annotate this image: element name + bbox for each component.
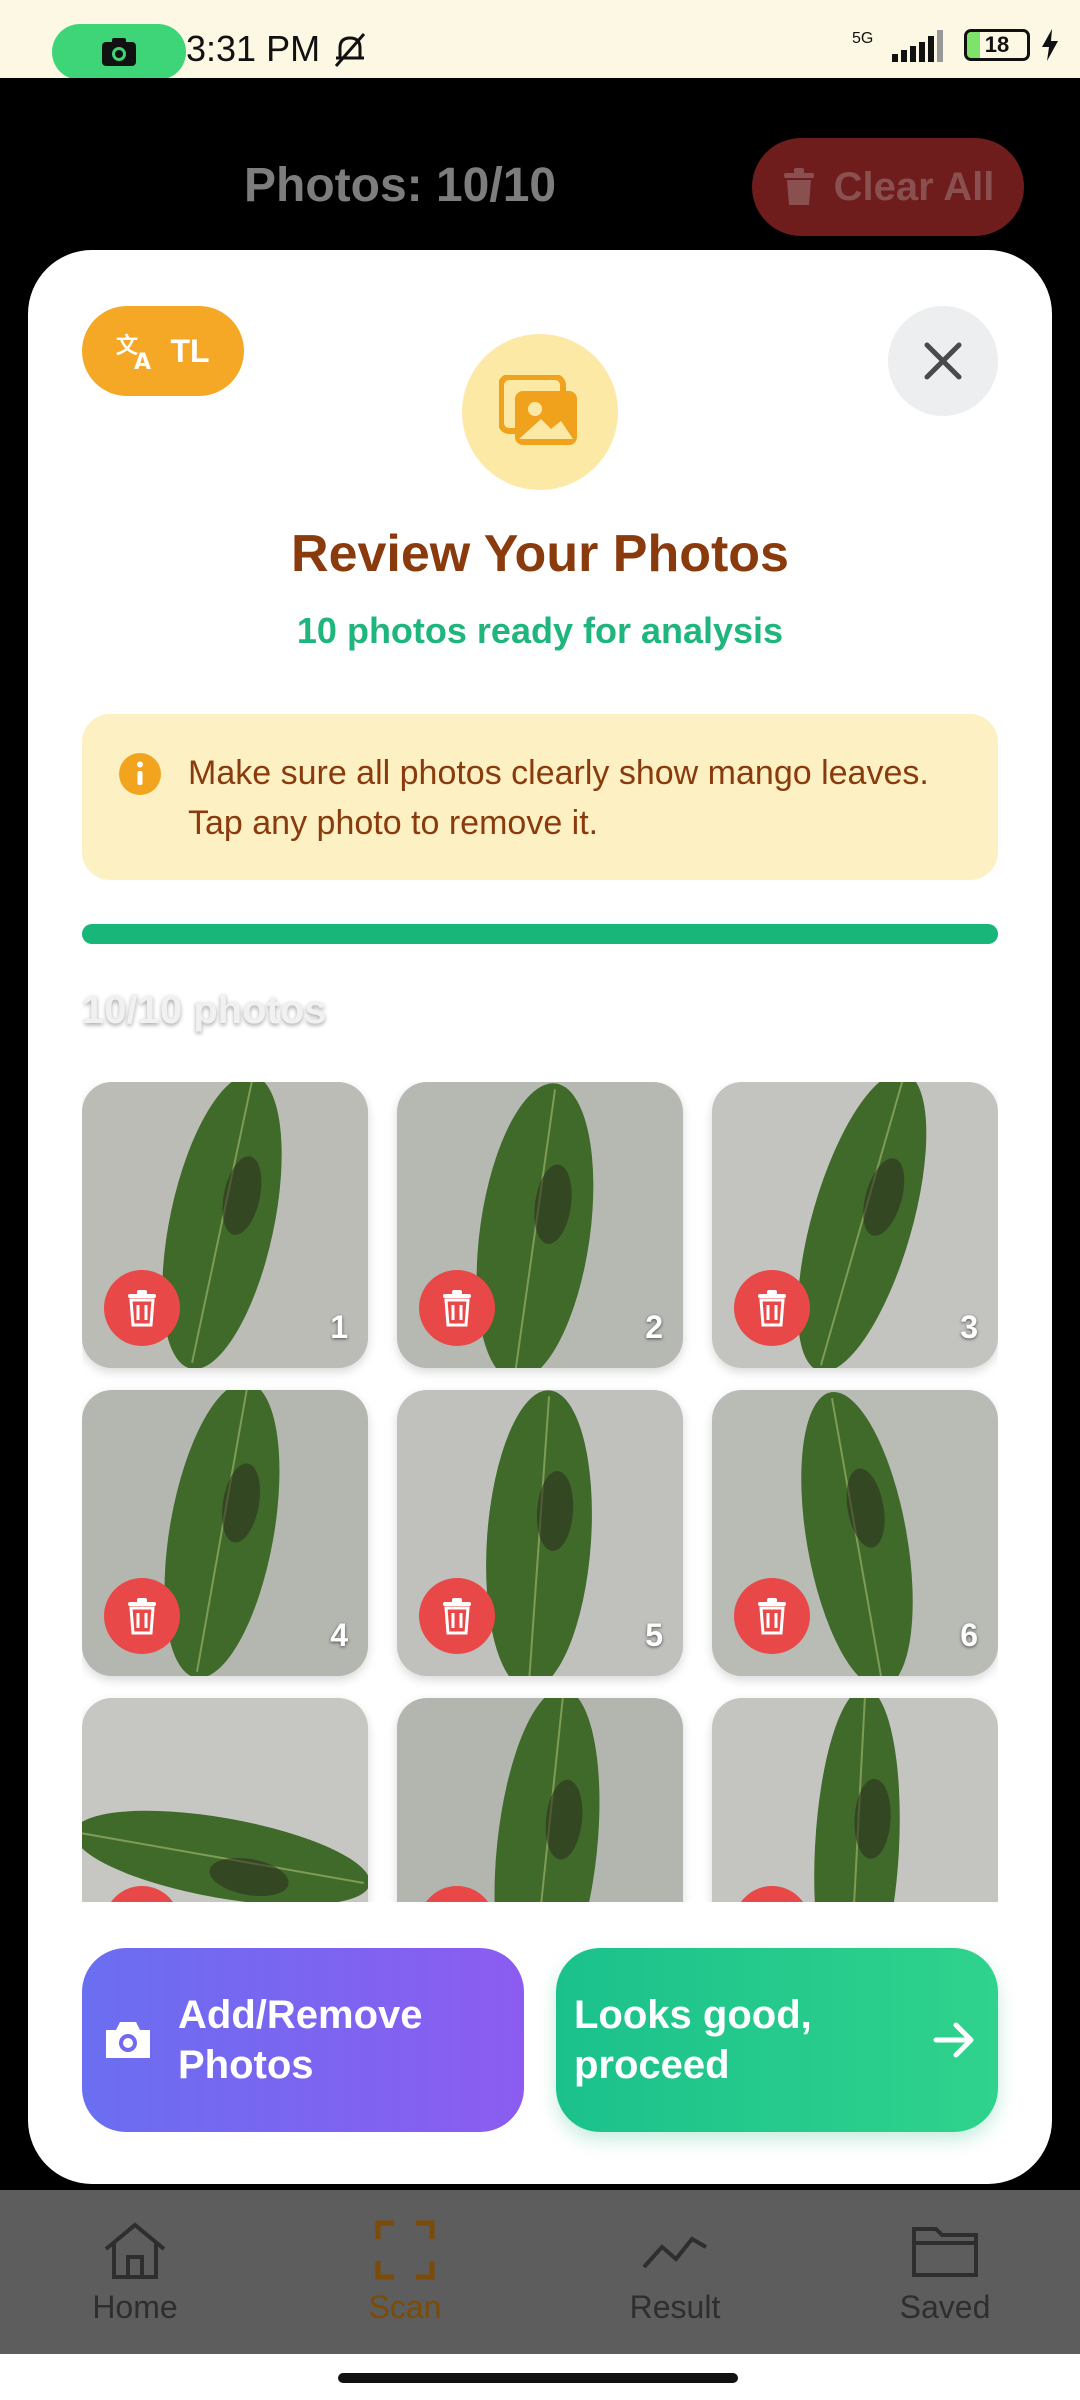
photo-thumbnail[interactable]: 9 bbox=[712, 1698, 998, 1902]
add-remove-photos-button[interactable]: Add/Remove Photos bbox=[82, 1948, 524, 2132]
close-icon bbox=[924, 342, 962, 380]
proceed-button[interactable]: Looks good, proceed bbox=[556, 1948, 998, 2132]
battery-indicator: 18 bbox=[964, 29, 1030, 61]
photo-thumbnail[interactable]: 7 bbox=[82, 1698, 368, 1902]
photo-thumbnail[interactable]: 5 bbox=[397, 1390, 683, 1676]
trash-icon bbox=[783, 168, 814, 205]
delete-photo-button[interactable] bbox=[104, 1270, 180, 1346]
trash-icon bbox=[443, 1290, 471, 1327]
clear-all-button[interactable]: Clear All bbox=[752, 138, 1024, 236]
translate-icon: 文 A bbox=[116, 333, 151, 371]
photo-thumbnail[interactable]: 8 bbox=[397, 1698, 683, 1902]
trash-icon bbox=[758, 1290, 786, 1327]
photos-count-title: Photos: 10/10 bbox=[244, 159, 557, 212]
camera-icon bbox=[106, 2022, 150, 2058]
trash-icon bbox=[443, 1598, 471, 1635]
nav-label-result: Result bbox=[629, 2288, 721, 2325]
trash-icon bbox=[128, 1290, 156, 1327]
action-row: Add/Remove Photos Looks good, proceed bbox=[82, 1948, 998, 2132]
close-button[interactable] bbox=[888, 306, 998, 416]
language-toggle-button[interactable]: 文 A TL bbox=[82, 306, 244, 396]
photo-thumbnail[interactable]: 2 bbox=[397, 1082, 683, 1368]
review-photos-modal: 文 A TL Review Your Photos 10 photos read… bbox=[28, 250, 1052, 2184]
info-text: Make sure all photos clearly show mango … bbox=[188, 754, 929, 842]
clear-all-label: Clear All bbox=[833, 164, 995, 209]
nav-item-saved[interactable]: Saved bbox=[845, 2219, 1045, 2326]
info-notice: Make sure all photos clearly show mango … bbox=[82, 714, 998, 880]
photo-number: 4 bbox=[330, 1617, 348, 1653]
delete-photo-button[interactable] bbox=[734, 1270, 810, 1346]
svg-text:A: A bbox=[134, 350, 151, 371]
chart-line-icon bbox=[642, 2235, 707, 2268]
photo-number: 2 bbox=[645, 1309, 663, 1345]
status-bar: 3:31 PM 5G 18 bbox=[0, 0, 1080, 80]
folder-icon bbox=[912, 2226, 978, 2277]
info-icon bbox=[119, 753, 161, 795]
leaf-photo bbox=[494, 1698, 600, 1902]
home-icon bbox=[104, 2221, 166, 2279]
delete-photo-button[interactable] bbox=[419, 1270, 495, 1346]
photo-thumbnail[interactable]: 4 bbox=[82, 1390, 368, 1676]
screen-record-indicator[interactable] bbox=[52, 24, 186, 80]
nav-label-saved: Saved bbox=[899, 2288, 991, 2325]
charging-icon bbox=[1042, 29, 1058, 61]
modal-title: Review Your Photos bbox=[291, 525, 789, 583]
photo-number: 1 bbox=[330, 1309, 348, 1345]
trash-icon bbox=[128, 1598, 156, 1635]
arrow-right-icon bbox=[933, 2022, 974, 2058]
photo-number: 6 bbox=[960, 1617, 978, 1653]
nav-item-result[interactable]: Result bbox=[575, 2219, 775, 2326]
photo-thumbnail[interactable]: 3 bbox=[712, 1082, 998, 1368]
photo-thumbnail[interactable]: 6 bbox=[712, 1390, 998, 1676]
status-time: 3:31 PM bbox=[186, 28, 321, 69]
photo-grid: 1 2 3 4 5 6 789 bbox=[82, 1082, 998, 1902]
photo-thumbnail[interactable]: 1 bbox=[82, 1082, 368, 1368]
delete-photo-button[interactable] bbox=[104, 1578, 180, 1654]
nav-label-home: Home bbox=[92, 2288, 178, 2325]
modal-subtitle: 10 photos ready for analysis bbox=[296, 610, 784, 651]
proceed-label: Looks good, proceed bbox=[574, 1993, 812, 2087]
network-type: 5G bbox=[852, 30, 874, 47]
leaf-photo bbox=[82, 1810, 368, 1902]
home-indicator[interactable] bbox=[338, 2373, 738, 2383]
photo-grid-scroll[interactable]: 1 2 3 4 5 6 789 bbox=[82, 1082, 998, 1902]
language-label: TL bbox=[170, 332, 210, 369]
camera-icon bbox=[102, 38, 136, 66]
bottom-nav: Home Scan Result Saved bbox=[0, 2190, 1080, 2354]
photo-number: 5 bbox=[645, 1617, 663, 1653]
bell-off-icon bbox=[334, 33, 366, 67]
photo-count-label: 10/10 photos bbox=[82, 988, 327, 1032]
battery-level: 18 bbox=[984, 32, 1010, 57]
add-remove-label: Add/Remove Photos bbox=[178, 1993, 423, 2087]
nav-label-scan: Scan bbox=[368, 2288, 442, 2325]
gallery-icon bbox=[499, 375, 577, 445]
status-icons: 18 bbox=[892, 28, 1060, 62]
trash-icon bbox=[758, 1598, 786, 1635]
signal-icon bbox=[892, 30, 943, 62]
progress-fill bbox=[82, 924, 998, 944]
delete-photo-button[interactable] bbox=[734, 1578, 810, 1654]
nav-item-home[interactable]: Home bbox=[35, 2219, 235, 2326]
leaf-photo bbox=[814, 1698, 900, 1902]
delete-photo-button[interactable] bbox=[419, 1578, 495, 1654]
progress-bar bbox=[82, 924, 998, 944]
photo-number: 3 bbox=[960, 1309, 978, 1345]
nav-item-scan[interactable]: Scan bbox=[305, 2219, 505, 2326]
scan-icon bbox=[375, 2220, 435, 2279]
photos-hero-badge bbox=[462, 334, 618, 490]
